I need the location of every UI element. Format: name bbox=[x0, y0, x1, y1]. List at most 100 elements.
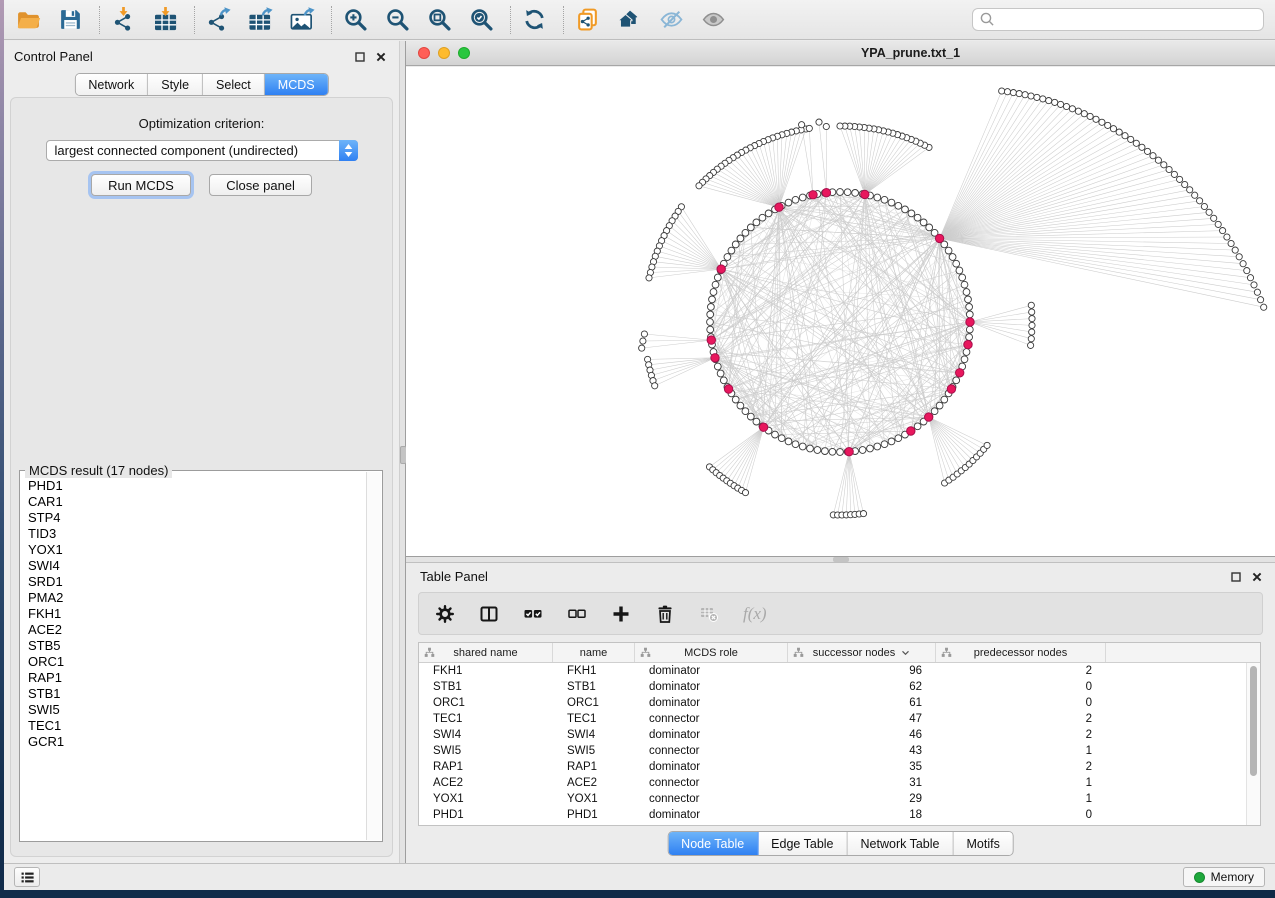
splitter-grip[interactable] bbox=[833, 557, 849, 562]
refresh-view-button[interactable] bbox=[521, 6, 548, 33]
cell: ORC1 bbox=[419, 695, 553, 711]
export-network-button[interactable] bbox=[205, 6, 232, 33]
deselect-all-rows-button[interactable] bbox=[567, 604, 587, 624]
table-scrollbar-thumb[interactable] bbox=[1250, 666, 1257, 776]
hide-selected-button[interactable] bbox=[658, 6, 685, 33]
cell-filler bbox=[1106, 663, 1260, 679]
horizontal-splitter[interactable] bbox=[406, 556, 1275, 563]
float-panel-icon[interactable] bbox=[354, 51, 366, 63]
network-window-titlebar: YPA_prune.txt_1 bbox=[406, 41, 1275, 66]
export-network-icon bbox=[206, 7, 231, 32]
column-settings-button[interactable] bbox=[435, 604, 455, 624]
table-row[interactable]: FKH1FKH1dominator962 bbox=[419, 663, 1260, 679]
table-row[interactable]: RAP1RAP1dominator352 bbox=[419, 759, 1260, 775]
tab-node-table[interactable]: Node Table bbox=[668, 832, 758, 855]
cell: SWI5 bbox=[419, 743, 553, 759]
mcds-result-item[interactable]: CAR1 bbox=[28, 494, 366, 510]
export-table-button[interactable] bbox=[247, 6, 274, 33]
task-history-button[interactable] bbox=[14, 867, 40, 887]
show-all-icon bbox=[701, 7, 726, 32]
mcds-result-item[interactable]: RAP1 bbox=[28, 670, 366, 686]
tab-edge-table[interactable]: Edge Table bbox=[758, 832, 847, 855]
add-column-button[interactable] bbox=[611, 604, 631, 624]
mcds-result-item[interactable]: STB1 bbox=[28, 686, 366, 702]
mcds-result-item[interactable]: PHD1 bbox=[28, 478, 366, 494]
mcds-result-item[interactable]: GCR1 bbox=[28, 734, 366, 750]
open-session-button[interactable] bbox=[15, 6, 42, 33]
table-row[interactable]: SWI5SWI5connector431 bbox=[419, 743, 1260, 759]
toggle-panel-split-button[interactable] bbox=[479, 604, 499, 624]
mcds-result-item[interactable]: SWI5 bbox=[28, 702, 366, 718]
mcds-result-item[interactable]: YOX1 bbox=[28, 542, 366, 558]
tab-mcds[interactable]: MCDS bbox=[265, 74, 328, 95]
search-box[interactable] bbox=[972, 8, 1264, 31]
column-header-predecessor-nodes[interactable]: predecessor nodes bbox=[936, 643, 1106, 662]
table-row[interactable]: ACE2ACE2connector311 bbox=[419, 775, 1260, 791]
first-neighbors-button[interactable] bbox=[616, 6, 643, 33]
column-header-MCDS-role[interactable]: MCDS role bbox=[635, 643, 788, 662]
mcds-result-item[interactable]: ACE2 bbox=[28, 622, 366, 638]
cell: TEC1 bbox=[419, 711, 553, 727]
show-all-button[interactable] bbox=[700, 6, 727, 33]
mcds-result-item[interactable]: SWI4 bbox=[28, 558, 366, 574]
run-mcds-button[interactable]: Run MCDS bbox=[91, 174, 191, 196]
column-header-shared-name[interactable]: shared name bbox=[419, 643, 553, 662]
attribute-tree-icon bbox=[793, 647, 804, 658]
zoom-in-button[interactable] bbox=[342, 6, 369, 33]
mcds-result-item[interactable]: PMA2 bbox=[28, 590, 366, 606]
close-panel-button[interactable]: Close panel bbox=[209, 174, 312, 196]
search-input[interactable] bbox=[996, 12, 1257, 28]
refresh-view-icon bbox=[522, 7, 547, 32]
mcds-result-list[interactable]: PHD1CAR1STP4TID3YOX1SWI4SRD1PMA2FKH1ACE2… bbox=[21, 472, 366, 840]
memory-button[interactable]: Memory bbox=[1183, 867, 1265, 887]
cell: 43 bbox=[788, 743, 936, 759]
window-minimize-button[interactable] bbox=[438, 47, 450, 59]
window-zoom-button[interactable] bbox=[458, 47, 470, 59]
zoom-out-button[interactable] bbox=[384, 6, 411, 33]
import-table-button[interactable] bbox=[152, 6, 179, 33]
close-panel-icon[interactable] bbox=[375, 51, 387, 63]
mcds-result-item[interactable]: STP4 bbox=[28, 510, 366, 526]
export-image-button[interactable] bbox=[289, 6, 316, 33]
select-all-rows-button[interactable] bbox=[523, 604, 543, 624]
delete-column-button[interactable] bbox=[655, 604, 675, 624]
table-row[interactable]: STB1STB1dominator620 bbox=[419, 679, 1260, 695]
tab-network[interactable]: Network bbox=[75, 74, 148, 95]
table-row[interactable]: PHD1PHD1dominator180 bbox=[419, 807, 1260, 823]
zoom-fit-button[interactable] bbox=[426, 6, 453, 33]
float-panel-icon[interactable] bbox=[1230, 571, 1242, 583]
new-network-from-selection-button[interactable] bbox=[574, 6, 601, 33]
table-row[interactable]: ORC1ORC1dominator610 bbox=[419, 695, 1260, 711]
window-close-button[interactable] bbox=[418, 47, 430, 59]
tab-style[interactable]: Style bbox=[148, 74, 203, 95]
vertical-splitter[interactable] bbox=[399, 41, 406, 863]
toolbar-separator bbox=[563, 6, 564, 34]
mcds-result-scrollbar[interactable] bbox=[366, 472, 381, 840]
mcds-result-item[interactable]: SRD1 bbox=[28, 574, 366, 590]
optimization-criterion-select[interactable]: largest connected component (undirected) bbox=[46, 140, 358, 161]
network-canvas[interactable] bbox=[406, 67, 1275, 556]
column-header-name[interactable]: name bbox=[553, 643, 635, 662]
close-panel-icon[interactable] bbox=[1251, 571, 1263, 583]
columns-icon bbox=[479, 604, 499, 624]
mcds-result-item[interactable]: ORC1 bbox=[28, 654, 366, 670]
mcds-result-item[interactable]: FKH1 bbox=[28, 606, 366, 622]
cell-filler bbox=[1106, 743, 1260, 759]
table-row[interactable]: YOX1YOX1connector291 bbox=[419, 791, 1260, 807]
column-header-successor-nodes[interactable]: successor nodes bbox=[788, 643, 936, 662]
table-row[interactable]: SWI4SWI4dominator462 bbox=[419, 727, 1260, 743]
zoom-selected-button[interactable] bbox=[468, 6, 495, 33]
mcds-result-item[interactable]: TID3 bbox=[28, 526, 366, 542]
tab-network-table[interactable]: Network Table bbox=[848, 832, 954, 855]
mcds-result-item[interactable]: STB5 bbox=[28, 638, 366, 654]
table-row[interactable]: TEC1TEC1connector472 bbox=[419, 711, 1260, 727]
mcds-result-item[interactable]: TEC1 bbox=[28, 718, 366, 734]
tab-select[interactable]: Select bbox=[203, 74, 265, 95]
table-scrollbar[interactable] bbox=[1246, 663, 1260, 825]
cell: 18 bbox=[788, 807, 936, 823]
cell: dominator bbox=[635, 695, 788, 711]
cell: SWI5 bbox=[553, 743, 635, 759]
import-network-button[interactable] bbox=[110, 6, 137, 33]
save-session-button[interactable] bbox=[57, 6, 84, 33]
tab-motifs[interactable]: Motifs bbox=[953, 832, 1012, 855]
